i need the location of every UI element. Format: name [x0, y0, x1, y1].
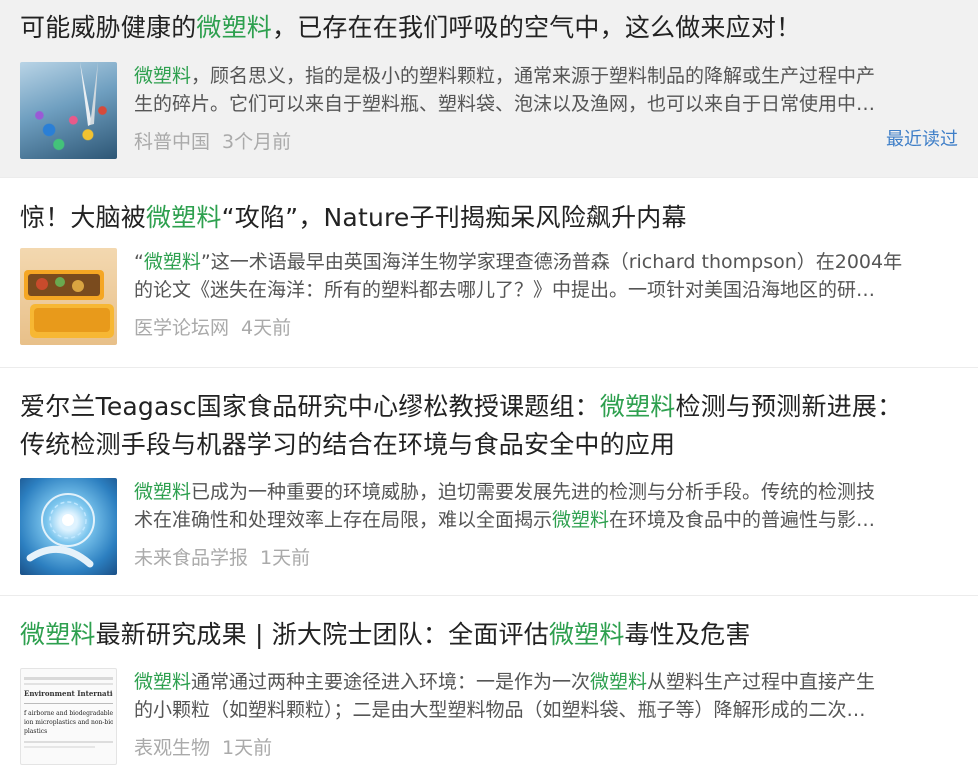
article-time: 1天前	[260, 547, 311, 569]
summary-text: 的论文《迷失在海洋：所有的塑料都去哪儿了？》中提出。一项针对美国沿海地区的研…	[134, 279, 876, 301]
article-title[interactable]: 微塑料最新研究成果 | 浙大院士团队：全面评估微塑料毒性及危害	[20, 616, 958, 654]
article-time: 1天前	[222, 737, 273, 759]
summary-text: 的小颗粒（如塑料颗粒）；二是由大型塑料物品（如塑料袋、瓶子等）降解形成的二次…	[134, 699, 866, 721]
article-summary: “微塑料”这一术语最早由英国海洋生物学家理查德汤普森（richard thomp…	[134, 248, 958, 304]
tweezers-icon	[80, 62, 98, 126]
article-summary: 微塑料已成为一种重要的环境威胁，迫切需要发展先进的检测与分析手段。传统的检测技 …	[134, 478, 958, 534]
article-source: 未来食品学报	[134, 547, 249, 569]
keyword-highlight: 微塑料	[590, 671, 648, 693]
article-summary: 微塑料，顾名思义，指的是极小的塑料颗粒，通常来源于塑料制品的降解或生产过程中产 …	[134, 62, 958, 118]
plastic-food-container-image	[20, 248, 117, 345]
keyword-highlight: 微塑料	[599, 392, 676, 421]
journal-name: Environment International	[24, 689, 113, 698]
title-text: 传统检测手段与机器学习的结合在环境与食品安全中的应用	[20, 430, 676, 459]
article-source: 表观生物	[134, 737, 211, 759]
summary-text: 已成为一种重要的环境威胁，迫切需要发展先进的检测与分析手段。传统的检测技	[191, 481, 876, 503]
paper-title-line: f airborne and biodegradable	[24, 710, 113, 717]
article-source: 医学论坛网	[134, 317, 230, 339]
title-text: 检测与预测新进展：	[675, 392, 903, 421]
summary-text: 通常通过两种主要途径进入环境：一是作为一次	[191, 671, 591, 693]
article-card-2[interactable]: 惊！大脑被微塑料“攻陷”，Nature子刊揭痴呆风险飙升内幕 “微塑料”这一术语…	[0, 178, 978, 368]
keyword-highlight: 微塑料	[20, 620, 96, 649]
article-meta: 表观生物 1天前	[134, 733, 958, 760]
title-text: 惊！大脑被	[20, 203, 147, 232]
article-summary: 微塑料通常通过两种主要途径进入环境：一是作为一次微塑料从塑料生产过程中直接产生 …	[134, 668, 958, 724]
article-meta: 医学论坛网 4天前	[134, 313, 958, 340]
title-text: 可能威胁健康的	[20, 13, 197, 42]
article-meta: 科普中国 3个月前	[134, 127, 958, 154]
keyword-highlight: 微塑料	[134, 65, 192, 87]
keyword-highlight: 微塑料	[134, 481, 192, 503]
summary-text: 从塑料生产过程中直接产生	[647, 671, 876, 693]
title-text: “攻陷”，Nature子刊揭痴呆风险飙升内幕	[221, 203, 687, 232]
article-title[interactable]: 爱尔兰Teagasc国家食品研究中心缪松教授课题组：微塑料检测与预测新进展： 传…	[20, 388, 958, 464]
title-text: ，已存在在我们呼吸的空气中，这么做来应对！	[272, 13, 802, 42]
summary-text: ”这一术语最早由英国海洋生物学家理查德汤普森（richard thompson）…	[200, 251, 903, 273]
summary-text: 术在准确性和处理效率上存在局限，难以全面揭示	[134, 509, 553, 531]
article-source: 科普中国	[134, 131, 211, 153]
paper-title-line: plastics	[24, 728, 48, 735]
keyword-highlight: 微塑料	[146, 203, 222, 232]
paper-title-line: ion microplastics and non-biodegradable	[24, 719, 113, 726]
journal-paper-image: Environment International f airborne and…	[20, 668, 117, 765]
article-card-3[interactable]: 爱尔兰Teagasc国家食品研究中心缪松教授课题组：微塑料检测与预测新进展： 传…	[0, 368, 978, 596]
title-text: 爱尔兰Teagasc国家食品研究中心缪松教授课题组：	[20, 392, 600, 421]
article-card-1[interactable]: 可能威胁健康的微塑料，已存在在我们呼吸的空气中，这么做来应对！ 微塑料，顾名思义…	[0, 0, 978, 178]
keyword-highlight: 微塑料	[552, 509, 610, 531]
summary-text: “	[134, 251, 144, 273]
summary-text: 生的碎片。它们可以来自于塑料瓶、塑料袋、泡沫以及渔网，也可以来自于日常使用中…	[134, 93, 876, 115]
article-feed: 可能威胁健康的微塑料，已存在在我们呼吸的空气中，这么做来应对！ 微塑料，顾名思义…	[0, 0, 978, 775]
article-card-4[interactable]: 微塑料最新研究成果 | 浙大院士团队：全面评估微塑料毒性及危害 Environm…	[0, 596, 978, 775]
microplastic-tweezers-image	[20, 62, 117, 159]
article-title[interactable]: 可能威胁健康的微塑料，已存在在我们呼吸的空气中，这么做来应对！	[20, 9, 958, 47]
recently-read-badge: 最近读过	[886, 129, 958, 150]
article-meta: 未来食品学报 1天前	[134, 543, 958, 570]
article-title[interactable]: 惊！大脑被微塑料“攻陷”，Nature子刊揭痴呆风险飙升内幕	[20, 199, 958, 237]
keyword-highlight: 微塑料	[143, 251, 201, 273]
food-container-icon	[24, 270, 114, 338]
keyword-highlight: 微塑料	[134, 671, 192, 693]
title-text: 最新研究成果 | 浙大院士团队：全面评估	[95, 620, 549, 649]
circuit-ring-icon	[26, 493, 95, 568]
article-time: 3个月前	[222, 131, 292, 153]
summary-text: 在环境及食品中的普遍性与影…	[609, 509, 876, 531]
keyword-highlight: 微塑料	[196, 13, 273, 42]
title-text: 毒性及危害	[624, 620, 751, 649]
summary-text: ，顾名思义，指的是极小的塑料颗粒，通常来源于塑料制品的降解或生产过程中产	[191, 65, 876, 87]
keyword-highlight: 微塑料	[548, 620, 625, 649]
article-time: 4天前	[241, 317, 292, 339]
tech-robot-hand-image	[20, 478, 117, 575]
